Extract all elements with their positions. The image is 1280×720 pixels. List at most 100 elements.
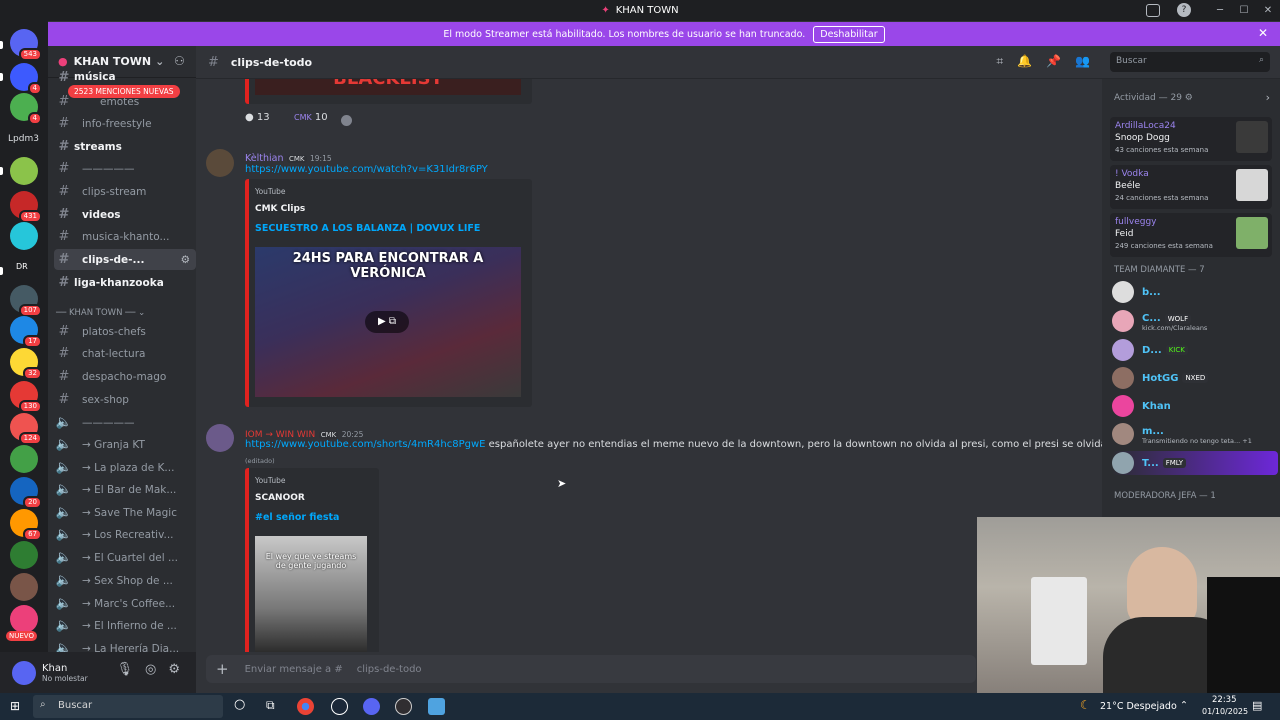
- embed-author[interactable]: CMK Clips: [255, 204, 305, 214]
- cortana-icon[interactable]: ○: [234, 697, 245, 712]
- server-icon[interactable]: 107: [10, 285, 42, 317]
- channel-item[interactable]: # chat-lectura: [54, 343, 196, 364]
- embed-thumbnail[interactable]: BLACKLIST: [255, 79, 521, 95]
- app-icon[interactable]: [428, 698, 445, 715]
- activity-card[interactable]: fullveggy Feid 249 canciones esta semana: [1110, 213, 1272, 257]
- channel-item-selected[interactable]: # clips-de-... ⚙: [54, 249, 196, 270]
- video-thumbnail[interactable]: 24HS PARA ENCONTRAR A VERÓNICA ▶ ⧉: [255, 247, 521, 397]
- message-composer[interactable]: + Enviar mensaje a # clips-de-todo: [206, 655, 976, 683]
- voice-channel-item[interactable]: 🔈 → La Herería Dia...: [54, 638, 196, 652]
- voice-channel-item[interactable]: 🔈 → El Cuartel del ...: [54, 547, 196, 568]
- chrome-icon[interactable]: [297, 698, 314, 715]
- channel-item[interactable]: # info-freestyle: [54, 113, 196, 134]
- notification-bell-icon[interactable]: 🔔: [1017, 54, 1032, 69]
- notifications-icon[interactable]: ▤: [1252, 699, 1262, 712]
- search-input[interactable]: Buscar ⌕: [1110, 52, 1270, 72]
- close-banner-icon[interactable]: ✕: [1258, 26, 1268, 40]
- weather-text[interactable]: 21°C Despejado: [1100, 701, 1177, 712]
- avatar[interactable]: [12, 660, 36, 685]
- member-item[interactable]: b...: [1112, 280, 1278, 304]
- channel-item[interactable]: # liga-khanzooka: [54, 272, 196, 293]
- embed-title[interactable]: SECUESTRO A LOS BALANZA | DOVUX LIFE: [255, 223, 480, 234]
- inbox-icon[interactable]: [1146, 4, 1160, 17]
- channel-item[interactable]: # sex-shop: [54, 389, 196, 410]
- embed-title[interactable]: #el señor fiesta: [255, 512, 339, 523]
- server-icon[interactable]: 431: [10, 191, 42, 223]
- tray-chevron-icon[interactable]: ⌃: [1180, 700, 1188, 711]
- chevron-right-icon[interactable]: ›: [1266, 91, 1270, 104]
- voice-channel-item[interactable]: 🔈 → Sex Shop de ...: [54, 570, 196, 591]
- voice-channel-item[interactable]: 🔈 → Save The Magic: [54, 502, 196, 523]
- server-icon[interactable]: 543: [10, 29, 42, 61]
- pin-icon[interactable]: 📌: [1046, 54, 1061, 69]
- server-icon[interactable]: 124: [10, 413, 42, 445]
- add-reaction-icon[interactable]: [341, 115, 352, 126]
- server-icon[interactable]: 130: [10, 381, 42, 413]
- channel-item[interactable]: # música: [54, 70, 196, 85]
- obs-icon[interactable]: [395, 698, 412, 715]
- activity-card[interactable]: ArdillaLoca24 Snoop Dogg 43 canciones es…: [1110, 117, 1272, 161]
- member-list-icon[interactable]: 👥: [1075, 54, 1090, 69]
- activity-card[interactable]: ! Vodka Beéle 24 canciones esta semana: [1110, 165, 1272, 209]
- channel-item[interactable]: # streams: [54, 136, 196, 157]
- voice-channel-item[interactable]: 🔈 → Los Recreativ...: [54, 524, 196, 545]
- channel-item[interactable]: # platos-chefs: [54, 321, 196, 342]
- channel-item[interactable]: # clips-stream: [54, 181, 196, 202]
- embed-author[interactable]: SCANOOR: [255, 493, 305, 503]
- member-item[interactable]: T... FMLY: [1112, 451, 1278, 475]
- headphones-icon[interactable]: ◎: [145, 662, 156, 677]
- add-member-icon[interactable]: ⚇: [174, 54, 185, 68]
- help-icon[interactable]: ?: [1177, 3, 1191, 17]
- settings-gear-icon[interactable]: ⚙: [168, 662, 180, 677]
- reaction[interactable]: ● 13: [245, 112, 270, 123]
- voice-channel-item[interactable]: 🔈 —————: [54, 412, 196, 433]
- server-icon[interactable]: [10, 573, 38, 601]
- microphone-icon[interactable]: 🎙: [116, 662, 133, 677]
- server-label[interactable]: Lpdm3: [8, 134, 39, 144]
- channel-item[interactable]: # —————: [54, 158, 196, 179]
- server-icon[interactable]: 32: [10, 348, 42, 380]
- voice-channel-item[interactable]: 🔈 → Marc's Coffee...: [54, 593, 196, 614]
- gear-icon[interactable]: ⚙: [181, 254, 190, 266]
- message-link[interactable]: https://www.youtube.com/watch?v=K31Idr8r…: [245, 164, 488, 175]
- new-mentions-pill[interactable]: 2523 MENCIONES NUEVAS: [68, 85, 180, 98]
- server-icon[interactable]: 67: [10, 509, 42, 541]
- play-icon[interactable]: ▶ ⧉: [365, 311, 409, 333]
- clock-date[interactable]: 01/10/2025: [1202, 707, 1248, 716]
- close-window-button[interactable]: ✕: [1256, 0, 1280, 21]
- server-label[interactable]: DR: [16, 262, 28, 271]
- video-thumbnail[interactable]: El wey que ve streams de gente jugando: [255, 536, 367, 652]
- voice-channel-item[interactable]: 🔈 → El Infierno de ...: [54, 615, 196, 636]
- server-icon[interactable]: 4: [10, 63, 42, 95]
- reaction[interactable]: CMK 10: [294, 112, 328, 123]
- member-item[interactable]: C... WOLF kick.com/Claraleans: [1112, 309, 1278, 333]
- category-header[interactable]: ── KHAN TOWN ── ⌄: [56, 308, 145, 318]
- minimize-button[interactable]: ─: [1208, 0, 1232, 21]
- avatar[interactable]: [206, 149, 234, 177]
- add-attachment-icon[interactable]: +: [216, 660, 229, 678]
- disable-streamer-button[interactable]: Deshabilitar: [813, 25, 885, 43]
- channel-item[interactable]: # despacho-mago: [54, 366, 196, 387]
- server-icon[interactable]: [10, 445, 38, 473]
- clock-time[interactable]: 22:35: [1212, 695, 1237, 705]
- taskbar-search[interactable]: ⌕ Buscar: [33, 695, 223, 718]
- discord-icon[interactable]: [363, 698, 380, 715]
- voice-channel-item[interactable]: 🔈 → Granja KT: [54, 434, 196, 455]
- server-icon[interactable]: 20: [10, 477, 42, 509]
- member-item[interactable]: D... KICK: [1112, 338, 1278, 362]
- avatar[interactable]: [206, 424, 234, 452]
- server-icon[interactable]: 4: [10, 93, 42, 125]
- message-author[interactable]: Kèlthian: [245, 153, 283, 164]
- member-item[interactable]: HotGG NXED: [1112, 366, 1278, 390]
- task-view-icon[interactable]: ⧉: [266, 698, 275, 713]
- threads-icon[interactable]: ⌗: [996, 54, 1003, 69]
- member-item[interactable]: Khan: [1112, 394, 1278, 418]
- server-icon[interactable]: [10, 605, 38, 633]
- voice-channel-item[interactable]: 🔈 → El Bar de Mak...: [54, 479, 196, 500]
- server-icon[interactable]: [10, 157, 38, 185]
- message-link[interactable]: https://www.youtube.com/shorts/4mR4hc8Pg…: [245, 439, 485, 450]
- server-icon[interactable]: [10, 541, 38, 569]
- server-icon[interactable]: [10, 222, 38, 250]
- maximize-button[interactable]: ☐: [1232, 0, 1256, 21]
- server-icon[interactable]: 17: [10, 316, 42, 348]
